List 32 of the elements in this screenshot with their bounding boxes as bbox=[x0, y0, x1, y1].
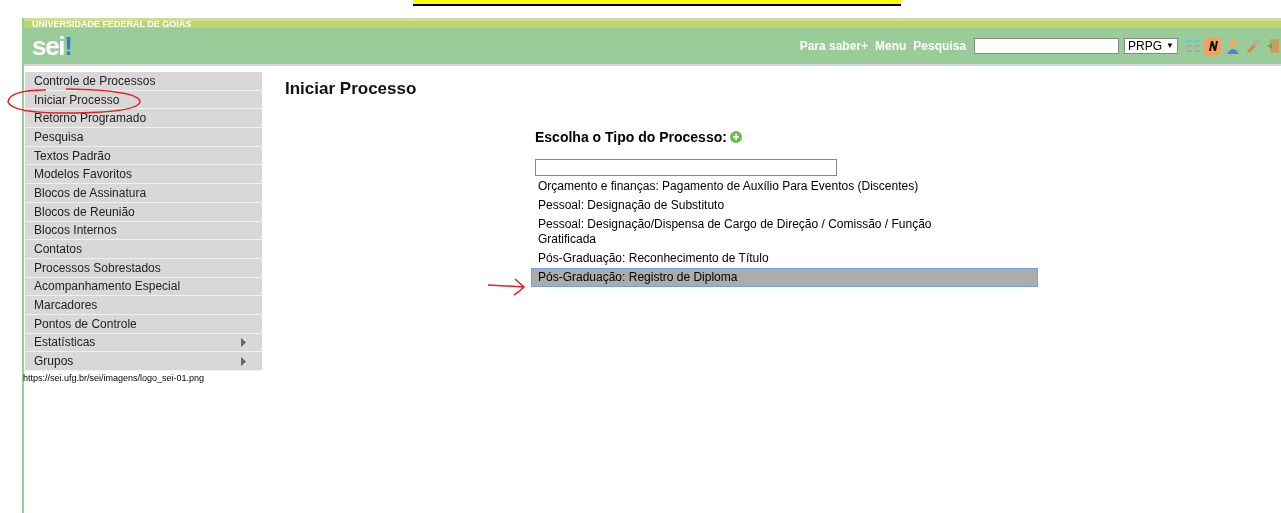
process-type-option[interactable]: Pessoal: Designação/Dispensa de Cargo de Direção / Comissão / Função Gratificada bbox=[532, 215, 1037, 248]
unit-select[interactable]: PRPG ▼ bbox=[1124, 38, 1178, 54]
page-title: Iniciar Processo bbox=[285, 78, 418, 100]
sidebar-item[interactable]: Blocos de Assinatura bbox=[25, 184, 262, 203]
annotation-arrow bbox=[487, 277, 527, 297]
process-type-option[interactable]: Pessoal: Designação de Substituto bbox=[532, 196, 1037, 214]
sidebar-item[interactable]: Pontos de Controle bbox=[25, 314, 262, 334]
sidebar-item[interactable]: Grupos bbox=[25, 352, 262, 371]
sidebar-item[interactable]: Pesquisa bbox=[25, 128, 262, 147]
sidebar-item[interactable]: Textos Padrão bbox=[25, 146, 262, 166]
sidebar-item[interactable]: Estatísticas bbox=[25, 333, 262, 353]
status-url: https://sei.ufg.br/sei/imagens/logo_sei-01.png bbox=[23, 372, 206, 384]
sidebar-item[interactable]: Retorno Programado bbox=[25, 109, 262, 129]
notes-icon[interactable] bbox=[1204, 37, 1221, 55]
process-type-option[interactable]: Orçamento e finanças: Pagamento de Auxílio Para Eventos (Discentes) bbox=[532, 177, 1037, 195]
sidebar-item[interactable]: Modelos Favoritos bbox=[25, 165, 262, 185]
chooser-label: Escolha o Tipo do Processo: bbox=[535, 127, 727, 147]
sidebar-item[interactable]: Acompanhamento Especial bbox=[25, 277, 262, 297]
sidebar-item[interactable]: Processos Sobrestados bbox=[25, 258, 262, 278]
filter-field[interactable] bbox=[535, 158, 837, 176]
process-type-option[interactable]: Pós-Graduação: Reconhecimento de Título bbox=[532, 249, 1037, 267]
process-type-option[interactable]: Pós-Graduação: Registro de Diploma bbox=[532, 268, 1037, 286]
sidebar-item[interactable]: Controle de Processos bbox=[25, 72, 262, 91]
add-icon[interactable] bbox=[729, 131, 742, 143]
wrench-icon[interactable] bbox=[1244, 37, 1261, 55]
sidebar-item[interactable]: Blocos Internos bbox=[25, 221, 262, 241]
organization-name: UNIVERSIDADE FEDERAL DE GOIÁS bbox=[32, 20, 192, 29]
sidebar-item[interactable]: Contatos bbox=[25, 240, 262, 259]
search-field[interactable] bbox=[974, 38, 1120, 54]
sidebar-item[interactable]: Iniciar Processo bbox=[25, 90, 262, 110]
sidebar-item[interactable]: Blocos de Reunião bbox=[25, 202, 262, 222]
sidebar-item[interactable]: Marcadores bbox=[25, 296, 262, 315]
